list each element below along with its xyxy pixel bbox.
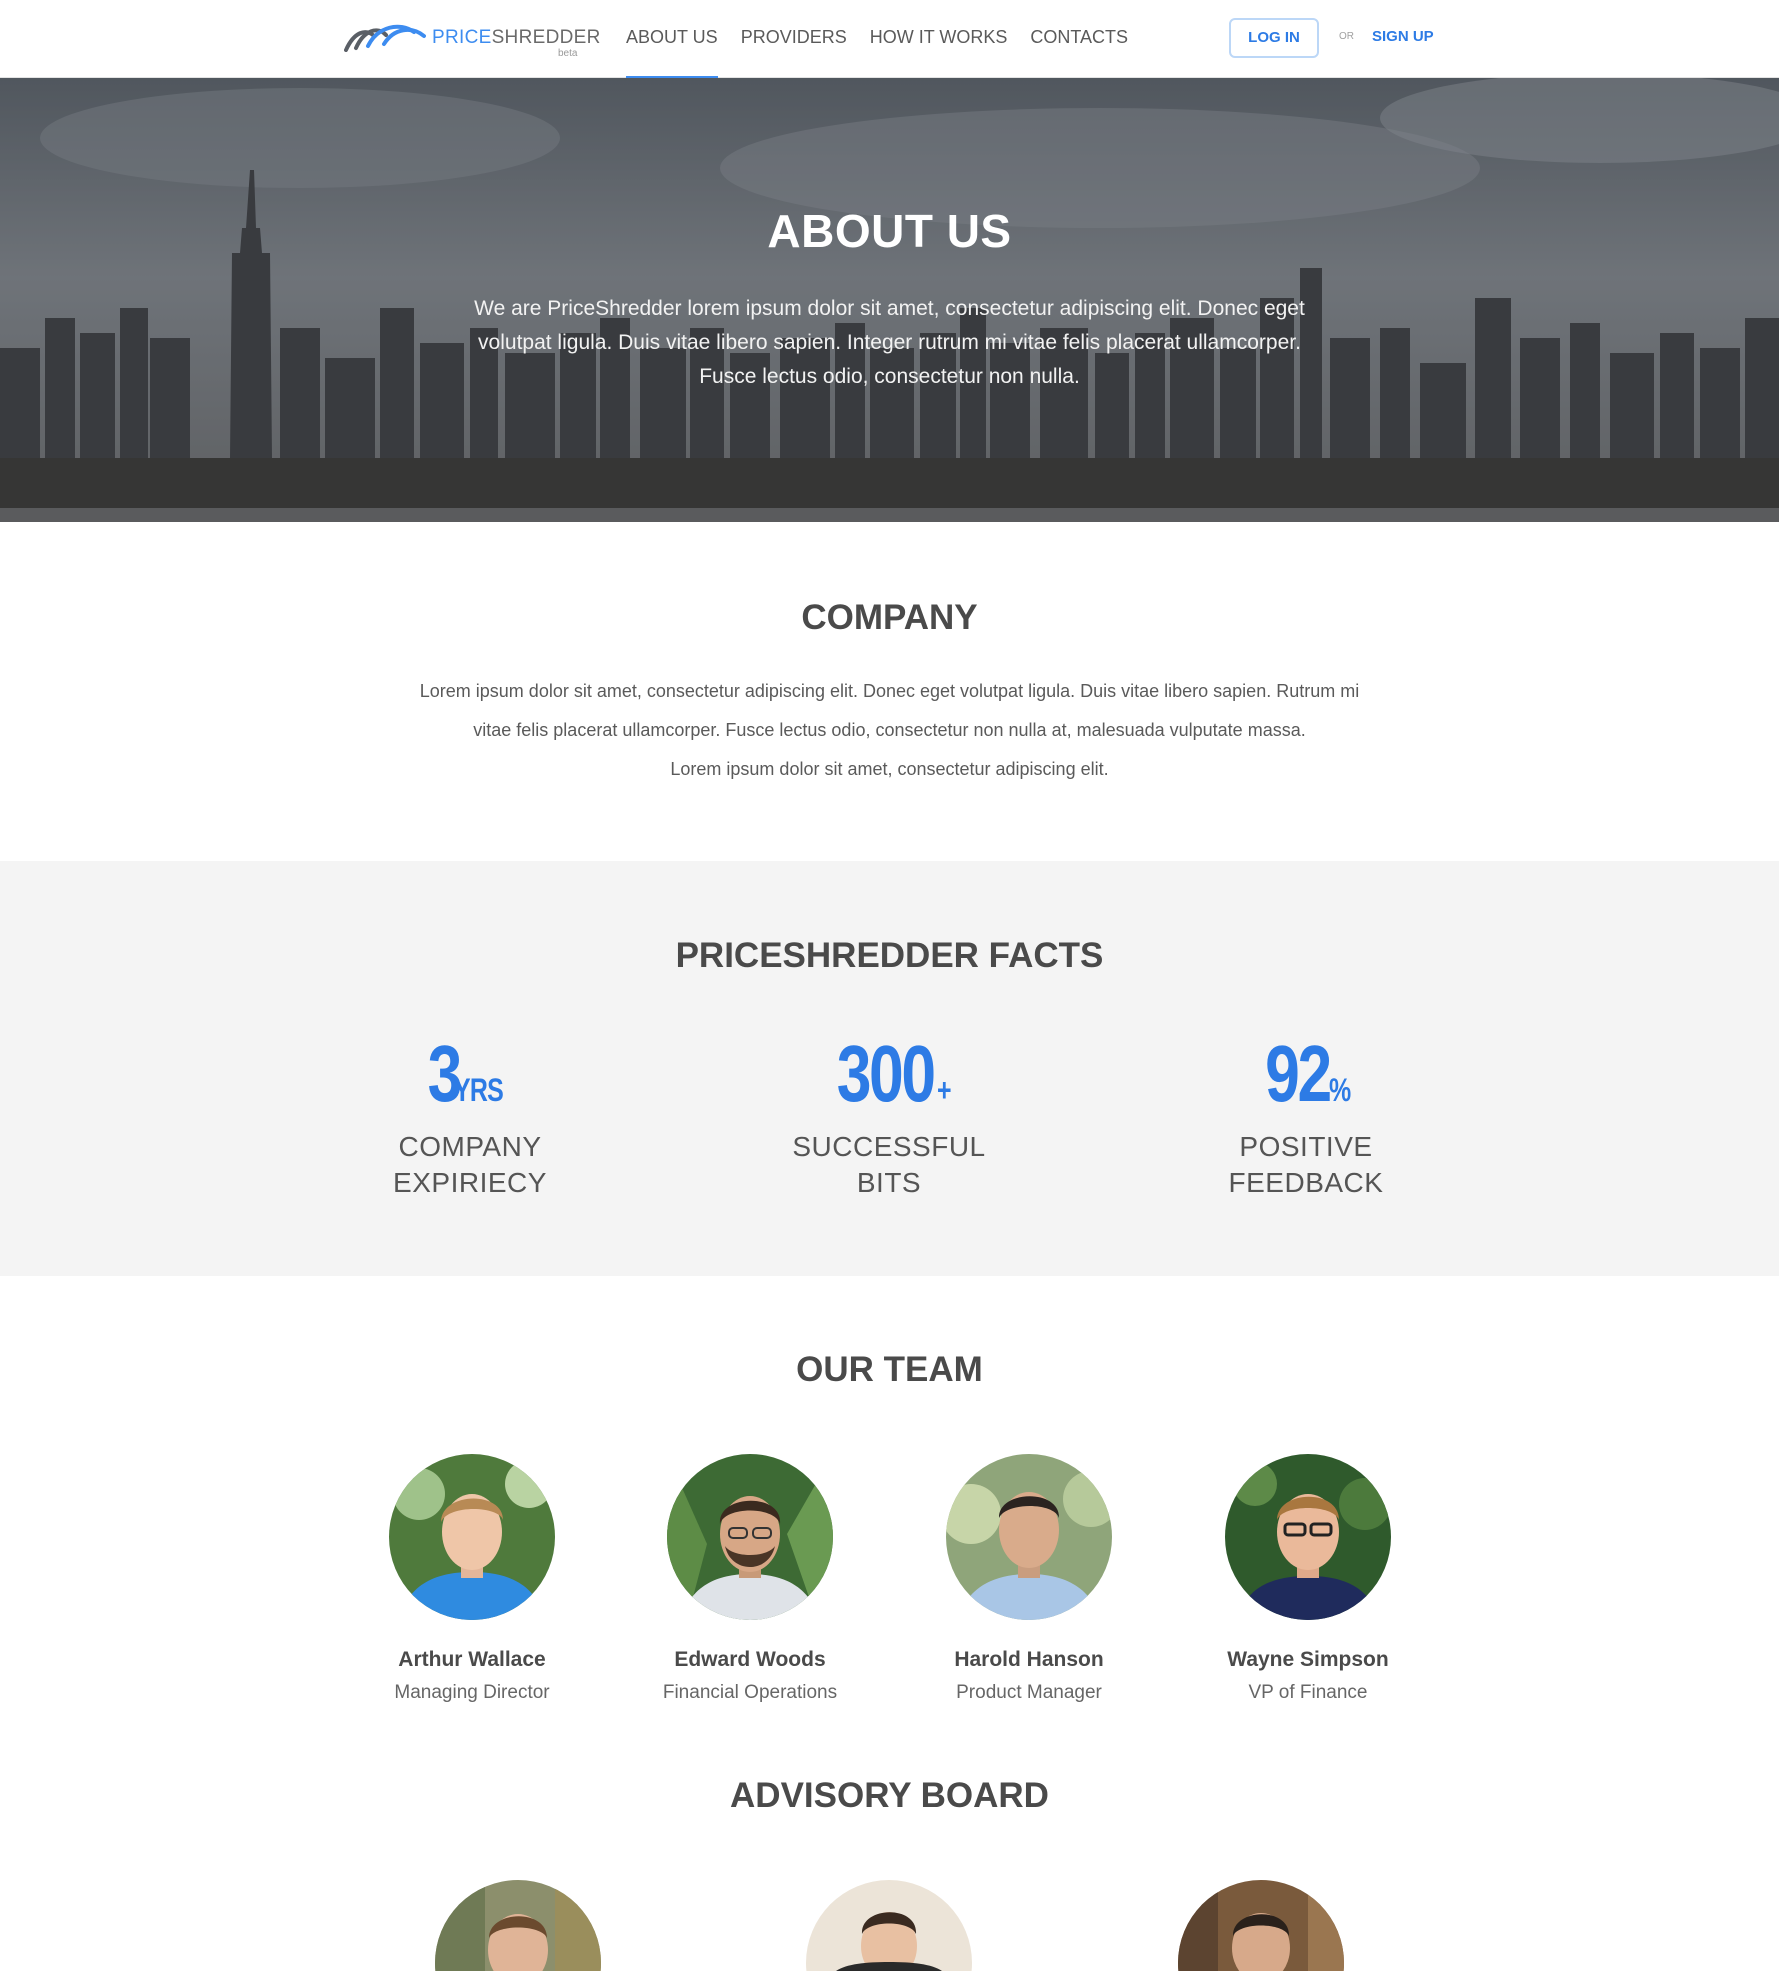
team-member-card: Edward Woods Financial Operations bbox=[630, 1454, 870, 1704]
advisory-title: ADVISORY BOARD bbox=[730, 1776, 1049, 1815]
company-line: Lorem ipsum dolor sit amet, consectetur … bbox=[670, 759, 1109, 779]
fact-label-line: EXPIRIECY bbox=[393, 1167, 547, 1198]
hero-title: ABOUT US bbox=[767, 205, 1012, 257]
top-navigation-bar: PRICESHREDDER beta ABOUT US PROVIDERS HO… bbox=[0, 0, 1779, 79]
fact-label: COMPANY EXPIRIECY bbox=[310, 1129, 630, 1201]
facts-title: PRICESHREDDER FACTS bbox=[675, 936, 1104, 975]
signup-link[interactable]: SIGN UP bbox=[1372, 28, 1434, 45]
team-title: OUR TEAM bbox=[796, 1350, 983, 1389]
member-name: Wayne Simpson bbox=[1227, 1648, 1389, 1671]
member-name: Harold Hanson bbox=[954, 1648, 1104, 1671]
nav-item-how-it-works[interactable]: HOW IT WORKS bbox=[870, 0, 1008, 78]
company-line: Lorem ipsum dolor sit amet, consectetur … bbox=[419, 681, 1360, 701]
fact-value: 92% bbox=[1146, 1029, 1466, 1119]
fact-number: 300 bbox=[836, 1029, 936, 1118]
fact-suffix: % bbox=[1328, 1072, 1351, 1108]
fact-label-line: SUCCESSFUL bbox=[792, 1131, 986, 1162]
nav-item-providers[interactable]: PROVIDERS bbox=[741, 0, 847, 78]
nav-item-contacts[interactable]: CONTACTS bbox=[1030, 0, 1128, 78]
fact-suffix: + bbox=[937, 1072, 952, 1108]
fact-value: 3YRS bbox=[310, 1029, 630, 1119]
fact-label: SUCCESSFUL BITS bbox=[729, 1129, 1049, 1201]
logo-beta-badge: beta bbox=[558, 48, 578, 59]
fact-number: 92 bbox=[1264, 1029, 1332, 1118]
fact-label: POSITIVE FEEDBACK bbox=[1146, 1129, 1466, 1201]
avatar bbox=[946, 1454, 1112, 1620]
logo-swoosh-icon bbox=[344, 24, 426, 52]
company-title: COMPANY bbox=[801, 598, 978, 637]
fact-years: 3YRS COMPANY EXPIRIECY bbox=[310, 1029, 630, 1201]
fact-feedback: 92% POSITIVE FEEDBACK bbox=[1146, 1029, 1466, 1201]
member-name: Edward Woods bbox=[674, 1648, 826, 1671]
team-member-card: Wayne Simpson VP of Finance bbox=[1188, 1454, 1428, 1704]
avatar bbox=[667, 1454, 833, 1620]
advisor-avatar bbox=[435, 1880, 601, 1971]
fact-suffix: YRS bbox=[454, 1072, 504, 1108]
fact-label-line: FEEDBACK bbox=[1228, 1167, 1384, 1198]
advisor-avatar bbox=[1178, 1880, 1344, 1971]
main-menu: ABOUT US PROVIDERS HOW IT WORKS CONTACTS bbox=[626, 0, 1151, 79]
fact-value: 300 + bbox=[729, 1029, 1049, 1119]
login-button[interactable]: LOG IN bbox=[1229, 18, 1319, 58]
facts-section: PRICESHREDDER FACTS 3YRS COMPANY EXPIRIE… bbox=[0, 861, 1779, 1276]
member-role: Financial Operations bbox=[662, 1682, 838, 1703]
priceshredder-logo[interactable]: PRICESHREDDER beta bbox=[344, 22, 600, 60]
hero-banner: ABOUT US We are PriceShredder lorem ipsu… bbox=[0, 78, 1779, 522]
company-description: Lorem ipsum dolor sit amet, consectetur … bbox=[380, 672, 1399, 789]
member-name: Arthur Wallace bbox=[398, 1648, 546, 1671]
company-line: vitae felis placerat ullamcorper. Fusce … bbox=[473, 720, 1306, 740]
team-member-card: Harold Hanson Product Manager bbox=[909, 1454, 1149, 1704]
fact-label-line: POSITIVE bbox=[1239, 1131, 1373, 1162]
avatar bbox=[389, 1454, 555, 1620]
avatar bbox=[1225, 1454, 1391, 1620]
logo-word-shredder: SHREDDER bbox=[491, 27, 601, 48]
logo-wordmark: PRICESHREDDER bbox=[432, 27, 601, 49]
member-role: VP of Finance bbox=[1248, 1682, 1368, 1703]
fact-label-line: BITS bbox=[856, 1167, 922, 1198]
or-separator: OR bbox=[1339, 31, 1354, 42]
hero-description: We are PriceShredder lorem ipsum dolor s… bbox=[474, 297, 1305, 388]
member-role: Managing Director bbox=[394, 1682, 550, 1703]
advisor-avatar bbox=[806, 1880, 972, 1971]
nav-item-about-us[interactable]: ABOUT US bbox=[626, 0, 718, 79]
fact-bits: 300 + SUCCESSFUL BITS bbox=[729, 1029, 1049, 1201]
member-role: Product Manager bbox=[956, 1682, 1102, 1703]
team-member-card: Arthur Wallace Managing Director bbox=[352, 1454, 592, 1704]
logo-word-price: PRICE bbox=[432, 27, 492, 48]
